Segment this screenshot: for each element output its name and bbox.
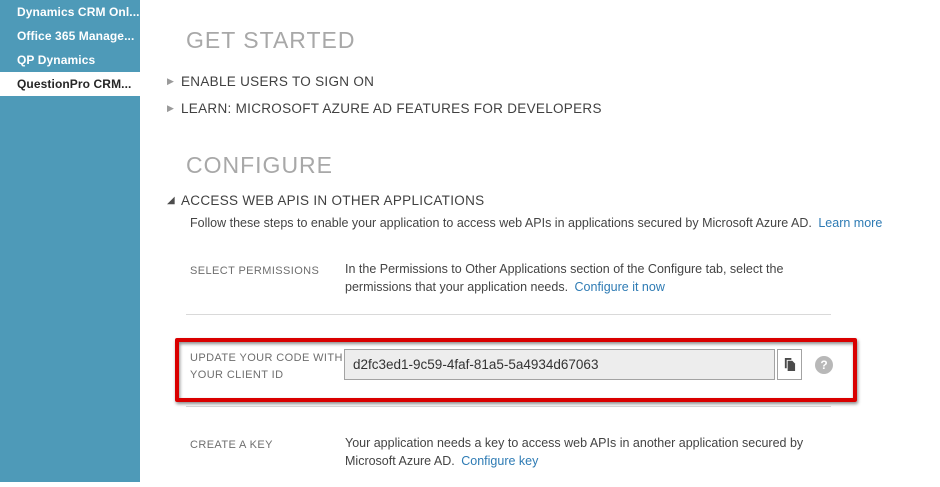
label-line: UPDATE YOUR CODE WITH (190, 350, 343, 367)
create-a-key-label: CREATE A KEY (190, 437, 273, 454)
description-line: permissions that your application needs.… (345, 279, 783, 297)
copy-client-id-button[interactable] (777, 349, 802, 380)
section-learn-azure-ad-features[interactable]: ▶ LEARN: MICROSOFT AZURE AD FEATURES FOR… (167, 101, 602, 116)
section-access-web-apis[interactable]: ◢ ACCESS WEB APIS IN OTHER APPLICATIONS (167, 193, 484, 208)
client-id-input[interactable] (344, 349, 775, 380)
description-line: In the Permissions to Other Applications… (345, 261, 783, 279)
sidebar-item-questionpro-crm-selected[interactable]: QuestionPro CRM... (0, 72, 140, 96)
label-line: YOUR CLIENT ID (190, 367, 343, 384)
select-permissions-label: SELECT PERMISSIONS (190, 263, 319, 280)
app-list-sidebar: Dynamics CRM Onl... Office 365 Manage...… (0, 0, 140, 482)
section-label: ENABLE USERS TO SIGN ON (181, 74, 374, 89)
description-text: Microsoft Azure AD. (345, 454, 455, 468)
copy-icon (783, 357, 796, 372)
configure-heading: CONFIGURE (186, 152, 333, 179)
client-id-label: UPDATE YOUR CODE WITH YOUR CLIENT ID (190, 350, 343, 384)
description-text: permissions that your application needs. (345, 280, 568, 294)
get-started-heading: GET STARTED (186, 27, 355, 54)
description-line: Your application needs a key to access w… (345, 435, 803, 453)
section-enable-users-to-sign-on[interactable]: ▶ ENABLE USERS TO SIGN ON (167, 74, 374, 89)
chevron-collapsed-icon: ▶ (167, 76, 181, 87)
section-divider (186, 314, 831, 315)
sidebar-item-office-365-management[interactable]: Office 365 Manage... (0, 24, 140, 48)
configure-it-now-link[interactable]: Configure it now (575, 280, 665, 294)
section-label: LEARN: MICROSOFT AZURE AD FEATURES FOR D… (181, 101, 602, 116)
section-label: ACCESS WEB APIS IN OTHER APPLICATIONS (181, 193, 484, 208)
chevron-collapsed-icon: ▶ (167, 103, 181, 114)
description-text: Follow these steps to enable your applic… (190, 216, 812, 230)
help-icon[interactable]: ? (815, 356, 833, 374)
sidebar-item-qp-dynamics[interactable]: QP Dynamics (0, 48, 140, 72)
learn-more-link[interactable]: Learn more (818, 216, 882, 230)
description-line: Microsoft Azure AD. Configure key (345, 453, 803, 471)
select-permissions-description: In the Permissions to Other Applications… (345, 261, 783, 296)
configure-key-link[interactable]: Configure key (461, 454, 538, 468)
access-web-apis-description: Follow these steps to enable your applic… (190, 215, 882, 233)
create-a-key-description: Your application needs a key to access w… (345, 435, 803, 470)
section-divider (186, 406, 831, 407)
sidebar-item-dynamics-crm-online[interactable]: Dynamics CRM Onl... (0, 0, 140, 24)
azure-classic-app-config-page: Dynamics CRM Onl... Office 365 Manage...… (0, 0, 940, 487)
chevron-expanded-icon: ◢ (167, 195, 181, 206)
